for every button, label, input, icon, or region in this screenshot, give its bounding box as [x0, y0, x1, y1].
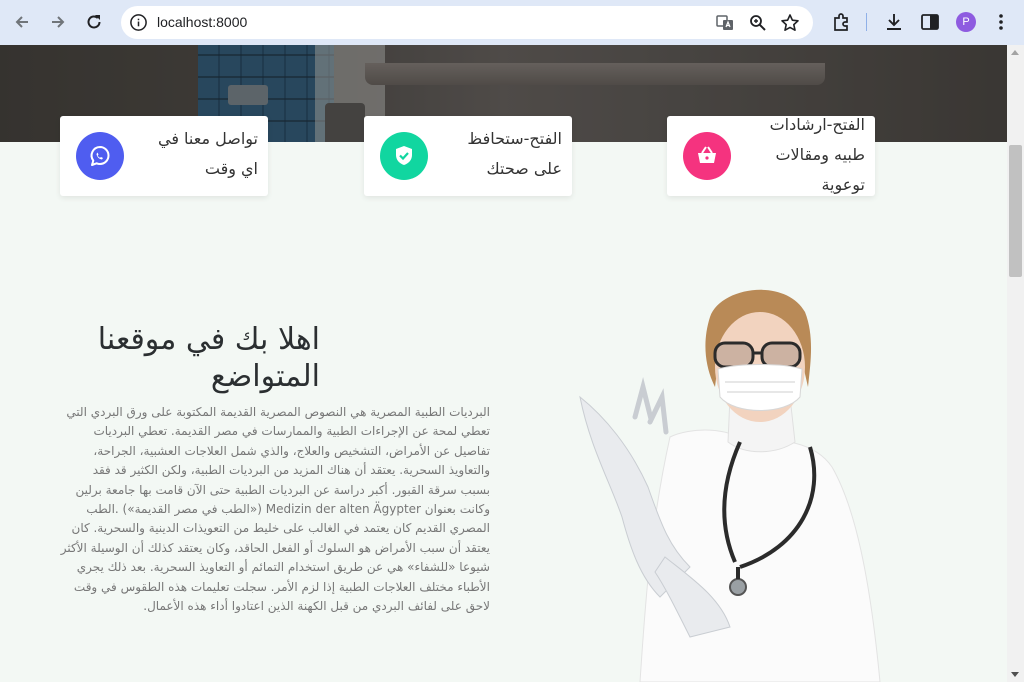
url-text[interactable]: localhost:8000: [157, 14, 247, 30]
welcome-title: اهلا بك في موقعنا المتواضع: [97, 322, 320, 394]
reload-button[interactable]: [82, 10, 106, 34]
browser-toolbar: localhost:8000 P: [0, 0, 1024, 45]
shield-check-icon: [380, 132, 428, 180]
scroll-down-arrow-icon[interactable]: [1011, 672, 1019, 677]
basket-icon: [683, 132, 731, 180]
address-bar[interactable]: localhost:8000: [121, 6, 813, 39]
feature-text-contact: تواصل معنا في اي وقت: [157, 129, 258, 178]
info-icon[interactable]: [129, 13, 148, 32]
doctor-image: [579, 289, 881, 682]
more-menu-icon[interactable]: [990, 11, 1012, 33]
side-panel-icon[interactable]: [919, 11, 941, 33]
arrow-right-icon: [52, 16, 65, 28]
toolbar-separator: [866, 13, 867, 31]
feature-card-articles: الفتح-ارشادات طبيه ومقالات توعوية: [667, 115, 875, 196]
feature-text-articles: الفتح-ارشادات طبيه ومقالات توعوية: [769, 115, 865, 194]
forward-button[interactable]: [46, 10, 70, 34]
scroll-up-arrow-icon[interactable]: [1011, 50, 1019, 55]
scrollbar-thumb[interactable]: [1009, 145, 1022, 277]
welcome-body-text: البرديات الطبية المصرية هي النصوص المصري…: [60, 405, 490, 614]
translate-icon[interactable]: [715, 13, 735, 33]
feature-card-health: الفتح-ستحافظ على صحتك: [364, 116, 572, 196]
feature-text-health: الفتح-ستحافظ على صحتك: [467, 129, 562, 178]
page-viewport: تواصل معنا في اي وقت الفتح-ستحافظ على صح…: [0, 45, 1007, 682]
back-button[interactable]: [10, 10, 34, 34]
download-icon[interactable]: [883, 11, 905, 33]
extensions-icon[interactable]: [830, 11, 852, 33]
zoom-icon[interactable]: [748, 13, 768, 33]
reload-icon: [87, 15, 101, 29]
page-scrollbar[interactable]: [1007, 45, 1024, 682]
chat-icon: [76, 132, 124, 180]
arrow-left-icon: [15, 16, 28, 28]
profile-avatar[interactable]: P: [956, 12, 976, 32]
feature-card-contact: تواصل معنا في اي وقت: [60, 116, 268, 196]
bookmark-star-icon[interactable]: [780, 13, 800, 33]
